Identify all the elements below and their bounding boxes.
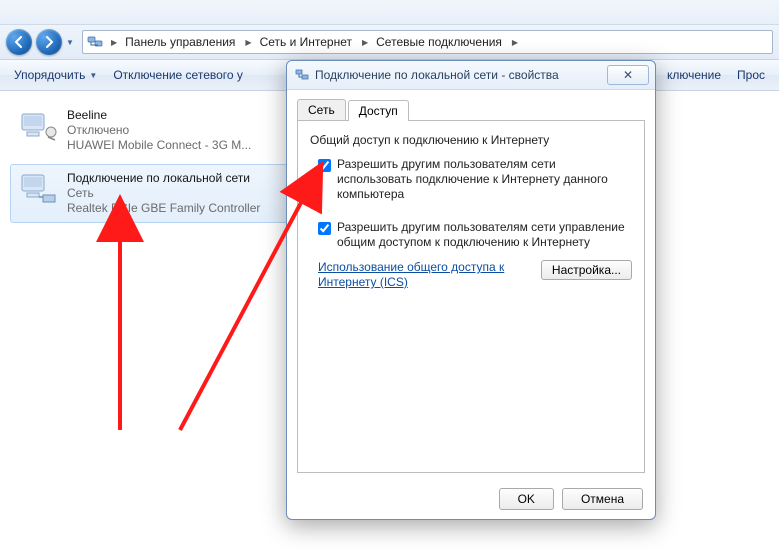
titlebar xyxy=(0,0,779,25)
sharing-group-title: Общий доступ к подключению к Интернету xyxy=(310,133,632,147)
allow-sharing-checkbox[interactable] xyxy=(318,159,331,172)
organize-menu[interactable]: Упорядочить ▼ xyxy=(6,64,105,86)
connection-status: Сеть xyxy=(67,186,260,201)
tab-network[interactable]: Сеть xyxy=(297,99,346,120)
nav-history-dropdown[interactable]: ▼ xyxy=(64,35,76,49)
dialog-button-row: OK Отмена xyxy=(287,479,655,519)
arrow-right-icon xyxy=(43,36,55,48)
lan-connection-icon xyxy=(19,171,59,207)
explorer-window: ▼ ▶ Панель управления ▶ Сеть и Интернет … xyxy=(0,0,779,550)
connection-status: Отключено xyxy=(67,123,251,138)
organize-label: Упорядочить xyxy=(14,68,85,82)
breadcrumb-item-0[interactable]: Панель управления xyxy=(121,35,241,49)
allow-control-checkbox-row[interactable]: Разрешить другим пользователям сети упра… xyxy=(318,220,628,250)
breadcrumb-item-2[interactable]: Сетевые подключения xyxy=(372,35,508,49)
dialog-title: Подключение по локальной сети - свойства xyxy=(315,68,607,82)
breadcrumb-item-1[interactable]: Сеть и Интернет xyxy=(256,35,358,49)
back-button[interactable] xyxy=(6,29,32,55)
tab-panel-access: Общий доступ к подключению к Интернету Р… xyxy=(297,121,645,473)
connection-text: Подключение по локальной сети Сеть Realt… xyxy=(67,171,260,216)
allow-sharing-label: Разрешить другим пользователям сети испо… xyxy=(337,157,628,202)
nav-row: ▼ ▶ Панель управления ▶ Сеть и Интернет … xyxy=(0,25,779,60)
tab-access[interactable]: Доступ xyxy=(348,100,409,121)
crumb-sep-icon[interactable]: ▶ xyxy=(107,38,121,47)
forward-button[interactable] xyxy=(36,29,62,55)
connection-item[interactable]: Подключение по локальной сети Сеть Realt… xyxy=(10,164,298,223)
disable-label: Отключение сетевого у xyxy=(113,68,243,82)
dialog-close-button[interactable]: ✕ xyxy=(607,65,649,85)
connection-text: Beeline Отключено HUAWEI Mobile Connect … xyxy=(67,108,251,153)
crumb-sep-icon[interactable]: ▶ xyxy=(508,38,522,47)
dialog-titlebar: Подключение по локальной сети - свойства… xyxy=(287,61,655,90)
ics-help-link[interactable]: Использование общего доступа к Интернету… xyxy=(318,260,508,290)
settings-button[interactable]: Настройка... xyxy=(541,260,632,280)
connection-device: HUAWEI Mobile Connect - 3G M... xyxy=(67,138,251,153)
crumb-sep-icon[interactable]: ▶ xyxy=(358,38,372,47)
connect-label: ключение xyxy=(667,68,721,82)
right-misc-button-partial[interactable]: Прос xyxy=(729,64,773,86)
network-icon xyxy=(295,68,309,82)
right-misc-label: Прос xyxy=(737,68,765,82)
tabstrip: Сеть Доступ xyxy=(297,98,645,121)
arrow-left-icon xyxy=(13,36,25,48)
connect-button-partial[interactable]: ключение xyxy=(659,64,729,86)
connection-name: Beeline xyxy=(67,108,251,123)
connection-name: Подключение по локальной сети xyxy=(67,171,260,186)
chevron-down-icon: ▼ xyxy=(89,71,97,80)
allow-control-label: Разрешить другим пользователям сети упра… xyxy=(337,220,628,250)
network-connections-icon xyxy=(87,34,103,50)
cancel-button[interactable]: Отмена xyxy=(562,488,643,510)
crumb-sep-icon[interactable]: ▶ xyxy=(241,38,255,47)
connection-item[interactable]: Beeline Отключено HUAWEI Mobile Connect … xyxy=(10,101,298,160)
allow-sharing-checkbox-row[interactable]: Разрешить другим пользователям сети испо… xyxy=(318,157,628,202)
dialup-connection-icon xyxy=(19,108,59,144)
disable-device-button[interactable]: Отключение сетевого у xyxy=(105,64,251,86)
connection-device: Realtek PCIe GBE Family Controller xyxy=(67,201,260,216)
close-icon: ✕ xyxy=(623,68,633,82)
ics-link-row: Использование общего доступа к Интернету… xyxy=(318,260,632,290)
allow-control-checkbox[interactable] xyxy=(318,222,331,235)
dialog-body: Сеть Доступ Общий доступ к подключению к… xyxy=(287,90,655,479)
address-bar[interactable]: ▶ Панель управления ▶ Сеть и Интернет ▶ … xyxy=(82,30,773,54)
properties-dialog: Подключение по локальной сети - свойства… xyxy=(286,60,656,520)
ok-button[interactable]: OK xyxy=(499,488,554,510)
